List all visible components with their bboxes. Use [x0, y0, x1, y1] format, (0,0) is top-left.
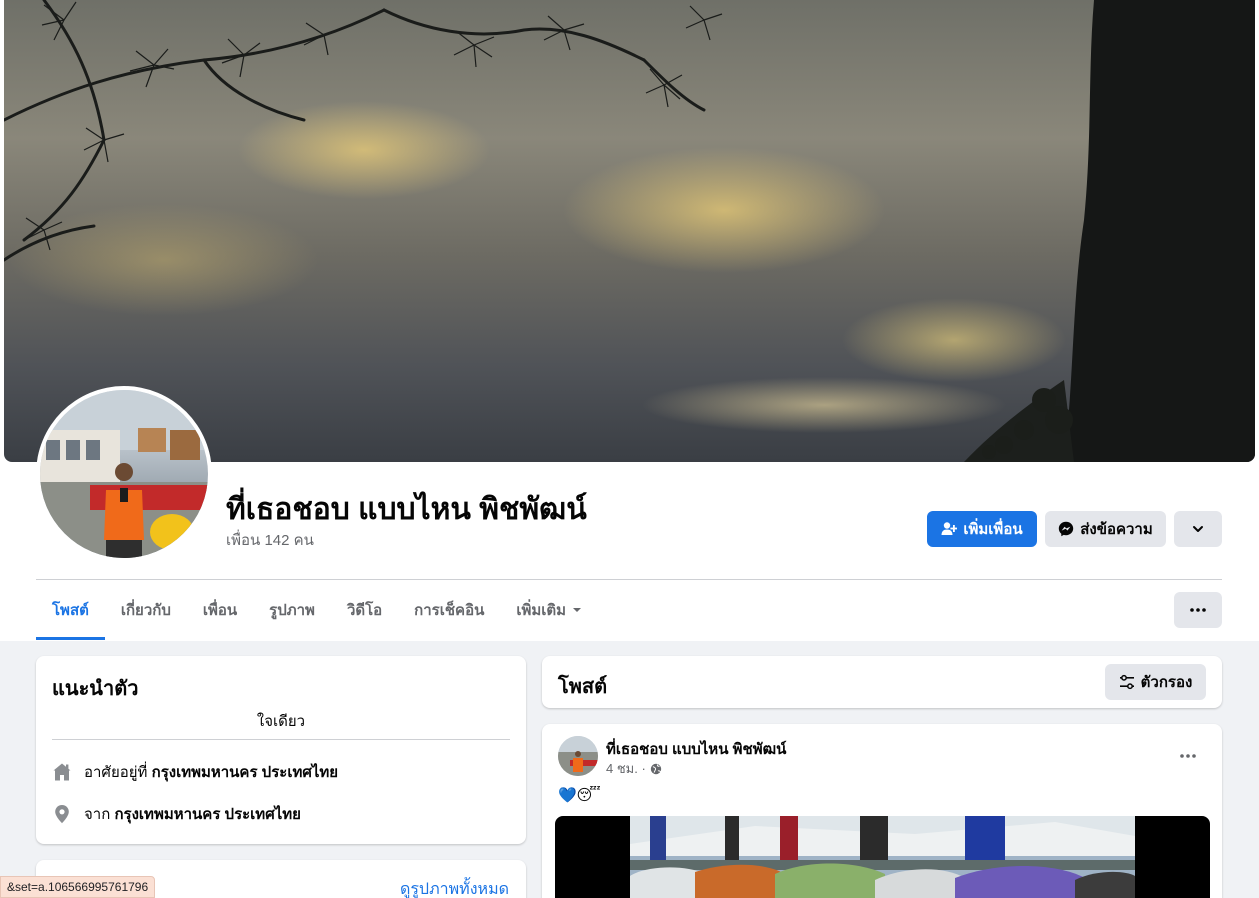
post-time[interactable]: 4 ชม. · — [606, 758, 646, 779]
tab-label: การเช็คอิน — [414, 602, 485, 619]
see-all-photos-link[interactable]: ดูรูปภาพทั้งหมด — [400, 877, 509, 898]
post-author-avatar[interactable] — [558, 736, 598, 776]
filter-label: ตัวกรอง — [1140, 674, 1193, 691]
tab-posts[interactable]: โพสต์ — [36, 582, 105, 640]
posts-title: โพสต์ — [558, 676, 608, 698]
tab-label: รูปภาพ — [269, 602, 315, 619]
avatar-scene — [40, 390, 208, 558]
globe-icon — [650, 763, 661, 774]
tab-videos[interactable]: วิดีโอ — [331, 582, 398, 638]
lives-prefix: อาศัยอยู่ที่ — [84, 764, 148, 781]
filter-icon — [1119, 674, 1134, 690]
profile-tabs: โพสต์ เกี่ยวกับ เพื่อน รูปภาพ วิดีโอ การ… — [36, 582, 598, 640]
intro-from-row: จาก กรุงเทพมหานคร ประเทศไทย — [52, 802, 301, 826]
from-prefix: จาก — [84, 806, 111, 823]
location-pin-icon — [55, 805, 69, 824]
add-friend-label: เพิ่มเพื่อน — [963, 521, 1023, 538]
tabs-more-button[interactable] — [1174, 592, 1222, 628]
intro-from-text: จาก กรุงเทพมหานคร ประเทศไทย — [84, 802, 301, 826]
filter-button[interactable]: ตัวกรอง — [1105, 664, 1206, 700]
post-card: ที่เธอชอบ แบบไหน พิชพัฒน์ 4 ชม. · 💙😴 — [542, 724, 1222, 898]
profile-avatar[interactable] — [36, 386, 212, 562]
caret-down-icon — [573, 608, 582, 612]
post-options-button[interactable] — [1170, 738, 1206, 774]
intro-bio: ใจเดียว — [256, 713, 306, 730]
message-button[interactable]: ส่งข้อความ — [1045, 511, 1166, 547]
home-icon — [53, 763, 71, 781]
post-text: 💙😴 — [558, 787, 601, 804]
intro-lives-row: อาศัยอยู่ที่ กรุงเทพมหานคร ประเทศไทย — [52, 760, 338, 784]
tab-label: เพื่อน — [202, 602, 238, 619]
header-divider — [36, 579, 1222, 580]
cover-scenery — [4, 0, 1255, 462]
tab-label: โพสต์ — [52, 602, 89, 619]
messenger-icon — [1059, 521, 1074, 537]
tab-more[interactable]: เพิ่มเติม — [500, 582, 598, 638]
post-image-scene — [630, 816, 1135, 898]
cover-photo[interactable] — [4, 0, 1255, 462]
post-media[interactable] — [555, 816, 1210, 898]
tab-label: วิดีโอ — [346, 602, 383, 619]
friend-count[interactable]: เพื่อน 142 คน — [226, 528, 314, 552]
post-avatar-scene — [558, 736, 598, 776]
from-place[interactable]: กรุงเทพมหานคร ประเทศไทย — [114, 806, 300, 823]
add-friend-button[interactable]: เพิ่มเพื่อน — [927, 511, 1037, 547]
add-friend-icon — [941, 522, 958, 535]
more-icon — [1190, 608, 1206, 612]
post-meta: 4 ชม. · — [606, 758, 662, 779]
intro-divider — [52, 739, 510, 740]
chevron-down-icon — [1193, 526, 1203, 532]
tab-friends[interactable]: เพื่อน — [187, 582, 253, 638]
intro-title: แนะนำตัว — [52, 678, 139, 700]
tab-label: เพิ่มเติม — [516, 602, 567, 619]
tab-photos[interactable]: รูปภาพ — [253, 582, 331, 638]
tab-about[interactable]: เกี่ยวกับ — [105, 582, 187, 638]
lives-place[interactable]: กรุงเทพมหานคร ประเทศไทย — [152, 764, 338, 781]
avatar-photo — [40, 390, 208, 558]
intro-card: แนะนำตัว ใจเดียว อาศัยอยู่ที่ กรุงเทพมหา… — [36, 656, 526, 844]
profile-name: ที่เธอชอบ แบบไหน พิชพัฒน์ — [226, 493, 587, 526]
tab-checkins[interactable]: การเช็คอิน — [398, 582, 500, 638]
more-icon — [1180, 754, 1196, 758]
message-label: ส่งข้อความ — [1080, 521, 1153, 538]
profile-menu-button[interactable] — [1174, 511, 1222, 547]
status-url-tooltip: &set=a.106566995761796 — [0, 876, 156, 898]
posts-header-card: โพสต์ ตัวกรอง — [542, 656, 1222, 708]
intro-lives-text: อาศัยอยู่ที่ กรุงเทพมหานคร ประเทศไทย — [84, 760, 338, 784]
tab-label: เกี่ยวกับ — [120, 602, 171, 619]
